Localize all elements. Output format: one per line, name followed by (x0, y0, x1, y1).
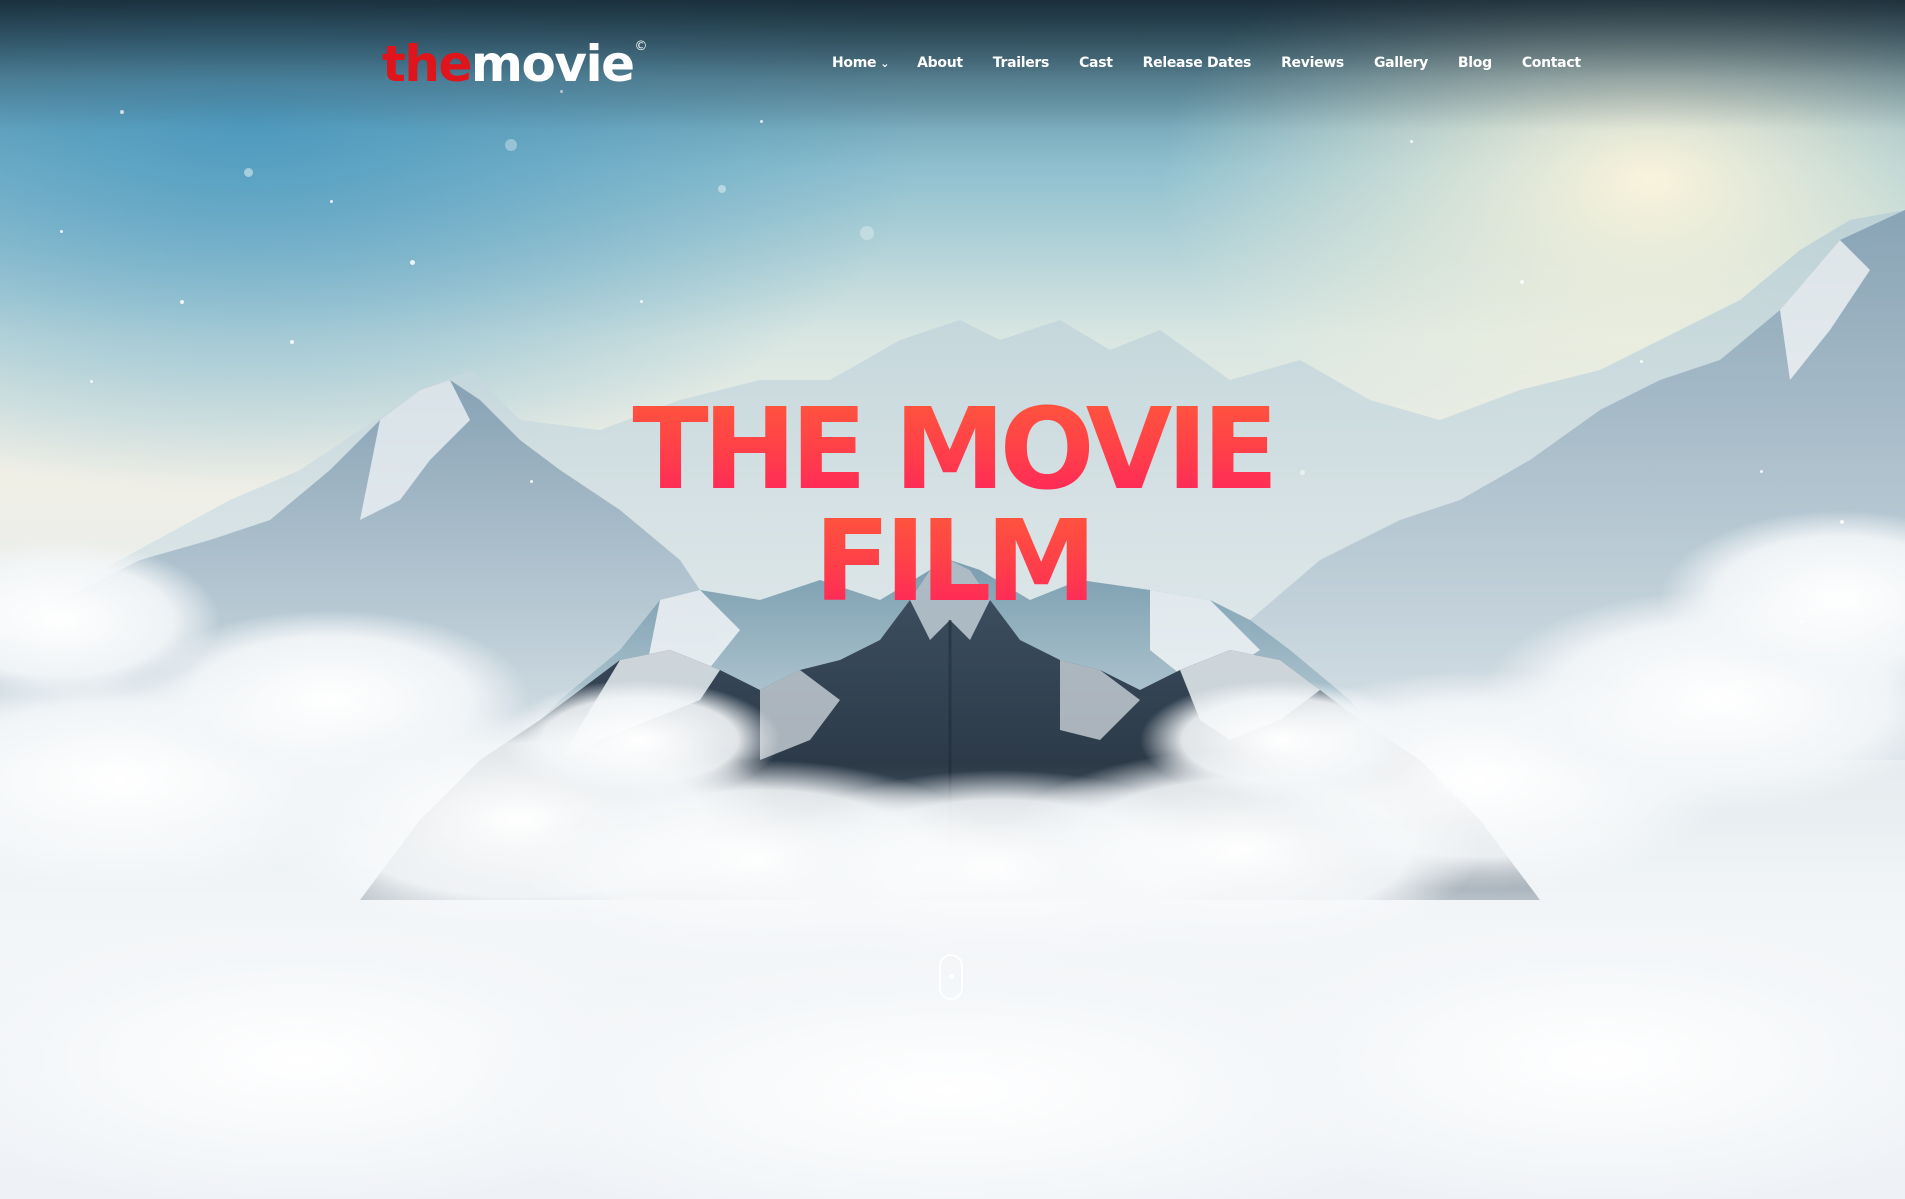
copyright-mark: © (634, 39, 648, 54)
scroll-dot (949, 974, 954, 979)
nav-item-about[interactable]: About (917, 52, 963, 74)
nav-item-gallery[interactable]: Gallery (1374, 52, 1428, 74)
logo-text-the: the (382, 35, 472, 93)
nav-item-trailers[interactable]: Trailers (993, 52, 1050, 74)
nav-item-home[interactable]: Home ⌄ (832, 52, 889, 74)
hero-title-line-2: FILM (0, 500, 1905, 624)
nav-item-contact[interactable]: Contact (1522, 52, 1581, 74)
nav-item-home-label: Home (832, 55, 877, 71)
nav-item-cast[interactable]: Cast (1079, 52, 1113, 74)
logo-text-movie: movie (470, 35, 635, 93)
main-navigation: Home ⌄ About Trailers Cast Release Dates… (832, 52, 1581, 74)
hero-section: themovie © Home ⌄ About Trailers Cast Re… (0, 0, 1905, 1199)
hero-title-line-1: THE MOVIE (0, 388, 1905, 512)
nav-item-reviews[interactable]: Reviews (1281, 52, 1344, 74)
nav-item-blog[interactable]: Blog (1458, 52, 1492, 74)
site-logo[interactable]: themovie © (382, 34, 648, 94)
nav-item-release-dates[interactable]: Release Dates (1143, 52, 1252, 74)
mouse-scroll-icon[interactable] (939, 954, 963, 1000)
chevron-down-icon: ⌄ (880, 57, 890, 70)
